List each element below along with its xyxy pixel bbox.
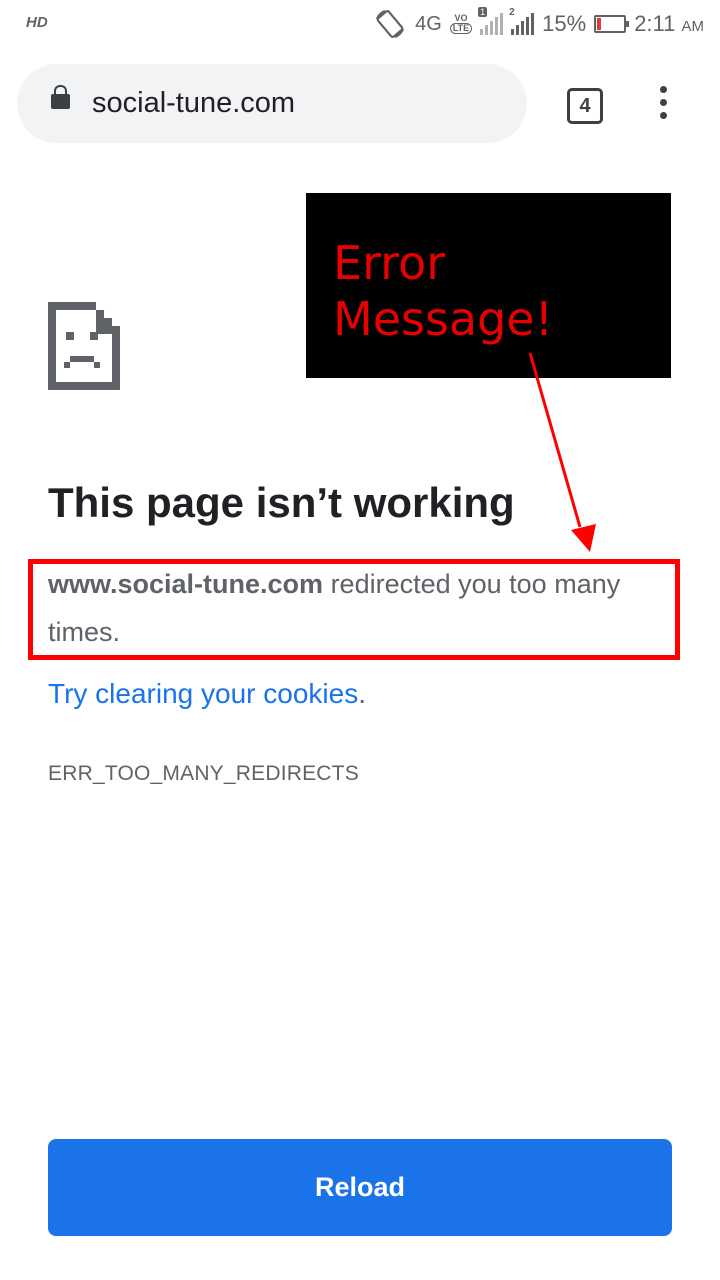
address-bar[interactable]: social-tune.com [17, 64, 527, 143]
error-code: ERR_TOO_MANY_REDIRECTS [48, 762, 359, 785]
status-bar: HD 4G VO LTE 1 2 15% 2:11 AM [0, 0, 720, 50]
lock-icon[interactable] [51, 85, 70, 109]
tab-switcher-button[interactable]: 4 [567, 88, 603, 124]
clear-cookies-container: Try clearing your cookies. [48, 678, 366, 710]
sim2-signal-icon: 2 [509, 7, 535, 35]
annotation-box: Error Message! [306, 193, 671, 378]
reload-button[interactable]: Reload [48, 1139, 672, 1236]
volte-top-label: VO [454, 13, 468, 23]
sim1-signal-icon: 1 [478, 7, 504, 35]
clock: 2:11 AM [634, 11, 704, 37]
network-type: 4G [415, 12, 442, 35]
clock-time: 2:11 [634, 11, 676, 36]
annotation-text: Error Message! [333, 236, 554, 346]
hd-indicator: HD [26, 14, 48, 31]
overflow-menu-icon[interactable] [655, 86, 671, 124]
battery-percent: 15% [542, 11, 587, 36]
error-domain: www.social-tune.com [48, 569, 324, 599]
sim2-label: 2 [509, 7, 515, 18]
volte-bottom-label: LTE [449, 23, 473, 34]
volte-icon: VO LTE [449, 13, 473, 34]
battery-icon [594, 15, 630, 33]
clock-ampm: AM [681, 18, 705, 35]
clear-cookies-link[interactable]: Try clearing your cookies [48, 678, 358, 709]
page-title: This page isn’t working [48, 479, 515, 526]
battery-fill [597, 18, 602, 30]
status-icons: 4G VO LTE 1 2 15% 2:11 AM [373, 6, 704, 42]
auto-rotate-icon [376, 9, 405, 39]
url-text[interactable]: social-tune.com [92, 87, 295, 120]
link-suffix: . [358, 678, 366, 709]
error-message: www.social-tune.com redirected you too m… [48, 560, 668, 656]
sad-page-icon [48, 302, 120, 390]
sim1-label: 1 [478, 7, 488, 17]
